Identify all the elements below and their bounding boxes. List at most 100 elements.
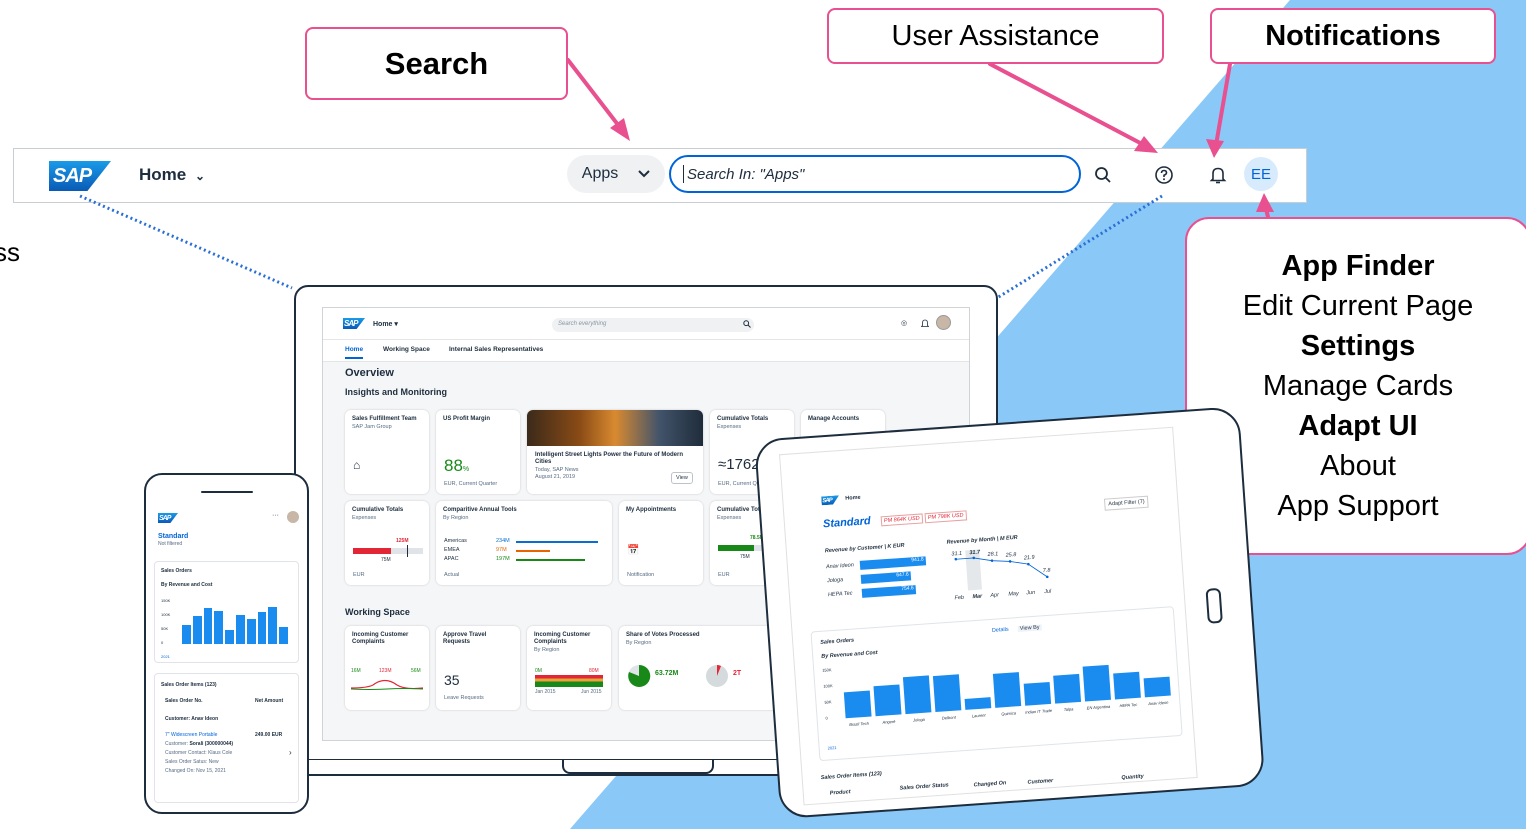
status-value: New [208,759,219,765]
tablet-sales-orders-card[interactable]: Sales Orders By Revenue and Cost Details… [810,606,1183,762]
search-input[interactable]: Search everything [552,318,754,332]
column-header: Customer [1027,777,1054,786]
card-comparative-annual[interactable]: Comparitive Annual Tools By Region Ameri… [436,501,612,585]
month-label: Feb [954,594,965,602]
date-end: Jun 2015 [581,689,602,695]
y-tick: 100K [823,683,833,689]
sap-logo[interactable]: SAP [158,513,178,523]
menu-item-about: About [1320,450,1396,482]
news-image [527,410,703,446]
column-header: Sales Order Status [899,782,949,792]
customer-label: Customer: [165,741,189,747]
region-value: 234M [496,538,510,544]
chart-bar [1023,682,1052,706]
card-cumulative-totals-bullet[interactable]: Cumulative Totals Expenses 125M 75M EUR [345,501,429,585]
tab-home[interactable]: Home [345,346,364,359]
phone-sales-items-card[interactable]: Sales Order Items (123) Sales Order No. … [154,673,299,803]
card-title: Cumulative Totals [717,416,769,422]
chart-bar [236,615,245,644]
card-subtitle: By Revenue and Cost [161,582,213,588]
calendar-icon: 📅 [627,545,640,556]
view-by-button[interactable]: View By [1017,624,1042,633]
menu-item-app-finder: App Finder [1281,250,1435,282]
card-title: Share of Votes Processed [626,632,700,638]
chart-bar [873,684,902,717]
variant-title[interactable]: Standard [823,515,871,530]
card-title: Approve Travel Requests [443,632,487,645]
tag-pill[interactable]: PM 798K USD [924,510,967,524]
label-end: 56M [411,668,421,674]
category-label: EN Argentina [1086,703,1111,711]
legend-2021: 2021 [161,654,170,659]
help-icon[interactable]: ◎ [901,319,907,327]
callout-notifications: Notifications [1210,8,1496,64]
card-title: Incoming Customer Complaints [534,632,591,645]
home-label: Home [373,321,393,328]
donut-2 [706,665,728,687]
home-label[interactable]: Home [845,495,861,502]
tablet-home-button [1205,587,1223,624]
card-news[interactable]: Intelligent Street Lights Power the Futu… [527,410,703,494]
y-tick: 0 [161,640,164,645]
overflow-icon[interactable]: ··· [272,512,279,519]
point-label: 21.9 [1023,554,1035,562]
variant-title[interactable]: Standard [158,533,188,540]
month-label: Apr [990,592,1000,599]
chart-bar [964,697,992,710]
card-approve-travel[interactable]: Approve Travel Requests 35 Leave Request… [436,626,520,710]
tag-pill[interactable]: PM 864K USD [880,513,923,527]
menu-item-edit-current-page: Edit Current Page [1242,290,1474,322]
point-label: 28.1 [987,551,999,558]
sap-logo[interactable]: SAP [821,495,840,505]
card-us-profit-margin[interactable]: US Profit Margin 88% EUR, Current Quarte… [436,410,520,494]
chart-bar [992,672,1022,708]
card-subtitle: SAP Jam Group [352,424,392,430]
bell-icon[interactable] [921,319,929,328]
card-incoming-complaints[interactable]: Incoming Customer Complaints 16M 123M 56… [345,626,429,710]
y-tick: 100K [161,612,171,617]
card-footer: Notification [627,572,655,578]
callout-user-assistance: User Assistance [827,8,1164,64]
tab-internal-sales[interactable]: Internal Sales Representatives [449,346,543,353]
items-title: Sales Order Items (123) [820,770,882,782]
search-icon[interactable] [743,320,751,328]
bar: 754.6 [861,585,917,598]
card-title: Cumulative Totals [352,507,404,513]
home-menu[interactable]: Home ▾ [373,320,398,328]
category-label: Brazil Tech [849,720,870,728]
group-header: Customer: Anav Ideon [165,716,219,722]
category-label: Laurent [971,712,986,719]
point-label: 7.8 [1042,567,1051,575]
tab-working-space[interactable]: Working Space [383,346,430,353]
card-title: Sales Order Items (123) [161,682,217,688]
donut-1-value: 63.72M [655,670,679,677]
section-title: Insights and Monitoring [345,387,447,397]
sap-logo[interactable]: SAP [343,318,365,329]
callout-search: Search [305,27,568,100]
phone-sales-orders-card[interactable]: Sales Orders By Revenue and Cost 150K 10… [154,561,299,663]
bullet-target-line [407,545,408,557]
card-footer: EUR [353,572,365,578]
chart-bar [246,619,256,644]
bar: 941.8 [859,556,927,570]
card-title: US Profit Margin [443,416,491,422]
card-my-appointments[interactable]: My Appointments 📅 Notification [619,501,703,585]
group-icon: ⌂ [353,458,361,472]
user-avatar[interactable] [936,315,951,330]
region-bars [516,539,602,565]
line-chart [954,549,1049,591]
card-footer: Actual [444,572,460,578]
user-avatar[interactable] [287,511,299,523]
card-incoming-complaints-region[interactable]: Incoming Customer Complaints By Region 0… [527,626,611,710]
chevron-right-icon[interactable]: › [289,748,292,757]
laptop-shell-bar: SAP Home ▾ Search everything ◎ [323,308,969,340]
adapt-filter-button[interactable]: Adapt Filter (7) [1103,495,1150,511]
item-name[interactable]: 7" Widescreen Portable [165,732,217,738]
phone-speaker [201,491,253,493]
chart-bar [257,611,267,644]
region-label: Americas [444,538,467,544]
details-link[interactable]: Details [992,627,1009,634]
card-footer: EUR, Current Quarter [444,481,498,487]
view-button[interactable]: View [671,472,693,484]
card-sales-fulfillment[interactable]: Sales Fulfillment Team SAP Jam Group ⌂ [345,410,429,494]
